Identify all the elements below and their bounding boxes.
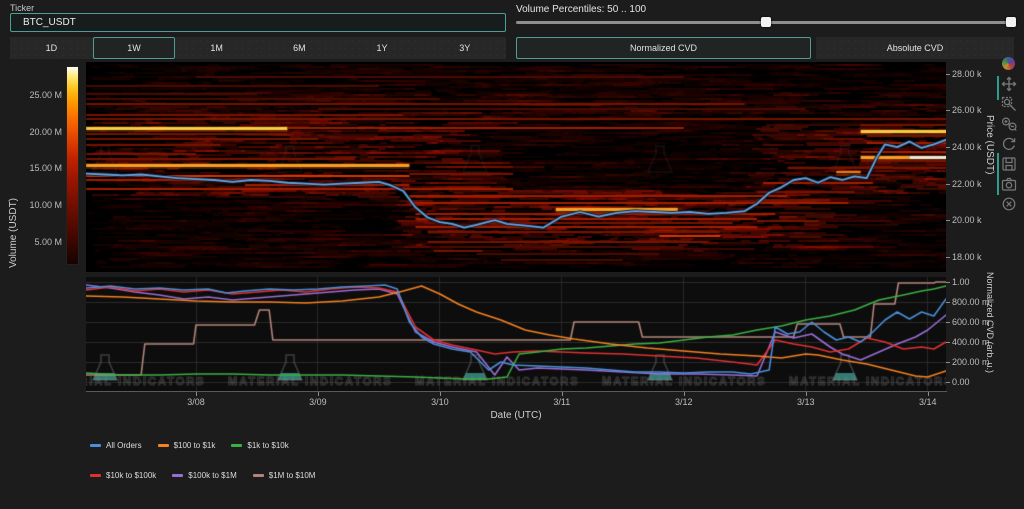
date-tick-label: 3/09: [303, 397, 333, 407]
tick-label: 25.00 M: [29, 90, 62, 100]
tick-mark: [946, 74, 950, 75]
tick-mark: [928, 392, 929, 396]
tick-mark: [946, 282, 950, 283]
zoom-in-out-icon[interactable]: [1001, 116, 1017, 132]
tick-label: 15.00 M: [29, 163, 62, 173]
timeframe-button-1w[interactable]: 1W: [93, 37, 176, 59]
timeframe-button-1d[interactable]: 1D: [10, 37, 93, 59]
date-tick-label: 3/11: [547, 397, 577, 407]
tick-label: 22.00 k: [952, 179, 982, 189]
timeframe-button-6m[interactable]: 6M: [258, 37, 341, 59]
tick-label: 400.00 m: [952, 337, 990, 347]
tick-label: 10.00 M: [29, 200, 62, 210]
legend-item-all-orders[interactable]: All Orders: [90, 441, 142, 450]
modebar-separator-top: [997, 76, 999, 100]
volume-percentiles-label: Volume Percentiles: 50 .. 100: [516, 4, 646, 15]
legend-label: $1k to $10k: [247, 441, 288, 450]
modebar-separator-bottom: [997, 153, 999, 195]
legend-label: $10k to $100k: [106, 471, 156, 480]
volume-colorbar: [66, 66, 79, 265]
legend-label: All Orders: [106, 441, 142, 450]
date-tick-label: 3/12: [669, 397, 699, 407]
date-axis-title: Date (UTC): [86, 410, 946, 421]
legend-color-dash: [253, 474, 264, 477]
percentile-slider-handle-max[interactable]: [1006, 17, 1016, 27]
tick-mark: [562, 392, 563, 396]
camera-icon[interactable]: [1001, 176, 1017, 192]
cvd-dashboard: Ticker Volume Percentiles: 50 .. 100 1D1…: [0, 0, 1024, 509]
timeframe-button-3y[interactable]: 3Y: [423, 37, 506, 59]
legend-item--1k-to-10k[interactable]: $1k to $10k: [231, 441, 288, 450]
autoscale-icon[interactable]: [1001, 136, 1017, 152]
legend-item--10k-to-100k[interactable]: $10k to $100k: [90, 471, 156, 480]
tick-mark: [684, 392, 685, 396]
plotly-modebar: [1001, 56, 1017, 212]
normalized-cvd-canvas[interactable]: [86, 277, 946, 391]
tick-mark: [946, 382, 950, 383]
box-zoom-icon[interactable]: [1001, 96, 1017, 112]
tick-mark: [196, 392, 197, 396]
percentile-slider-handle-min[interactable]: [761, 17, 771, 27]
legend-item--100-to-1k[interactable]: $100 to $1k: [158, 441, 216, 450]
x-axis-line: [86, 391, 947, 392]
tick-label: 20.00 k: [952, 215, 982, 225]
tick-label: 18.00 k: [952, 252, 982, 262]
date-tick-label: 3/10: [425, 397, 455, 407]
timeframe-button-group: 1D1W1M6M1Y3Y: [10, 37, 506, 59]
tick-mark: [946, 110, 950, 111]
tick-mark: [318, 392, 319, 396]
tick-label: 600.00 m: [952, 317, 990, 327]
price-heatmap-plot[interactable]: [86, 62, 946, 272]
volume-axis-title: Volume (USDT): [8, 198, 19, 268]
save-icon[interactable]: [1001, 156, 1017, 172]
legend-row-sizes: $10k to $100k $100k to $1M $1M to $10M: [90, 471, 315, 480]
date-tick-label: 3/08: [181, 397, 211, 407]
timeframe-button-1y[interactable]: 1Y: [341, 37, 424, 59]
tick-mark: [946, 322, 950, 323]
plotly-logo-icon[interactable]: [1001, 56, 1017, 72]
tick-label: 26.00 k: [952, 105, 982, 115]
tick-mark: [946, 184, 950, 185]
legend-color-dash: [90, 474, 101, 477]
ticker-label: Ticker: [10, 3, 34, 13]
tick-mark: [946, 342, 950, 343]
tick-label: 24.00 k: [952, 142, 982, 152]
legend-label: $1M to $10M: [269, 471, 316, 480]
tick-mark: [946, 257, 950, 258]
tick-label: 1.00: [952, 277, 970, 287]
tick-label: 20.00 M: [29, 127, 62, 137]
price-volume-heatmap-canvas[interactable]: [86, 62, 946, 272]
legend-color-dash: [158, 444, 169, 447]
tick-label: 200.00 m: [952, 357, 990, 367]
legend-item--1m-to-10m[interactable]: $1M to $10M: [253, 471, 316, 480]
reset-close-icon[interactable]: [1001, 196, 1017, 212]
legend-item--100k-to-1m[interactable]: $100k to $1M: [172, 471, 236, 480]
tick-label: 5.00 M: [34, 237, 62, 247]
tick-mark: [946, 362, 950, 363]
absolute-cvd-button[interactable]: Absolute CVD: [816, 37, 1014, 59]
tick-label: 0.00: [952, 377, 970, 387]
tick-mark: [946, 220, 950, 221]
legend-row-orders: All Orders $100 to $1k $1k to $10k: [90, 441, 289, 450]
price-axis-title: Price (USDT): [984, 115, 995, 174]
legend-label: $100k to $1M: [188, 471, 236, 480]
tick-label: 28.00 k: [952, 69, 982, 79]
legend-color-dash: [172, 474, 183, 477]
normalized-cvd-button[interactable]: Normalized CVD: [516, 37, 811, 59]
legend-label: $100 to $1k: [174, 441, 216, 450]
legend-color-dash: [231, 444, 242, 447]
ticker-input[interactable]: [10, 13, 506, 32]
normalized-cvd-plot[interactable]: [86, 277, 946, 391]
tick-mark: [946, 302, 950, 303]
date-tick-label: 3/13: [791, 397, 821, 407]
tick-mark: [440, 392, 441, 396]
tick-mark: [806, 392, 807, 396]
pan-icon[interactable]: [1001, 76, 1017, 92]
timeframe-button-1m[interactable]: 1M: [175, 37, 258, 59]
legend-color-dash: [90, 444, 101, 447]
date-tick-label: 3/14: [913, 397, 943, 407]
tick-mark: [946, 147, 950, 148]
tick-label: 800.00 m: [952, 297, 990, 307]
